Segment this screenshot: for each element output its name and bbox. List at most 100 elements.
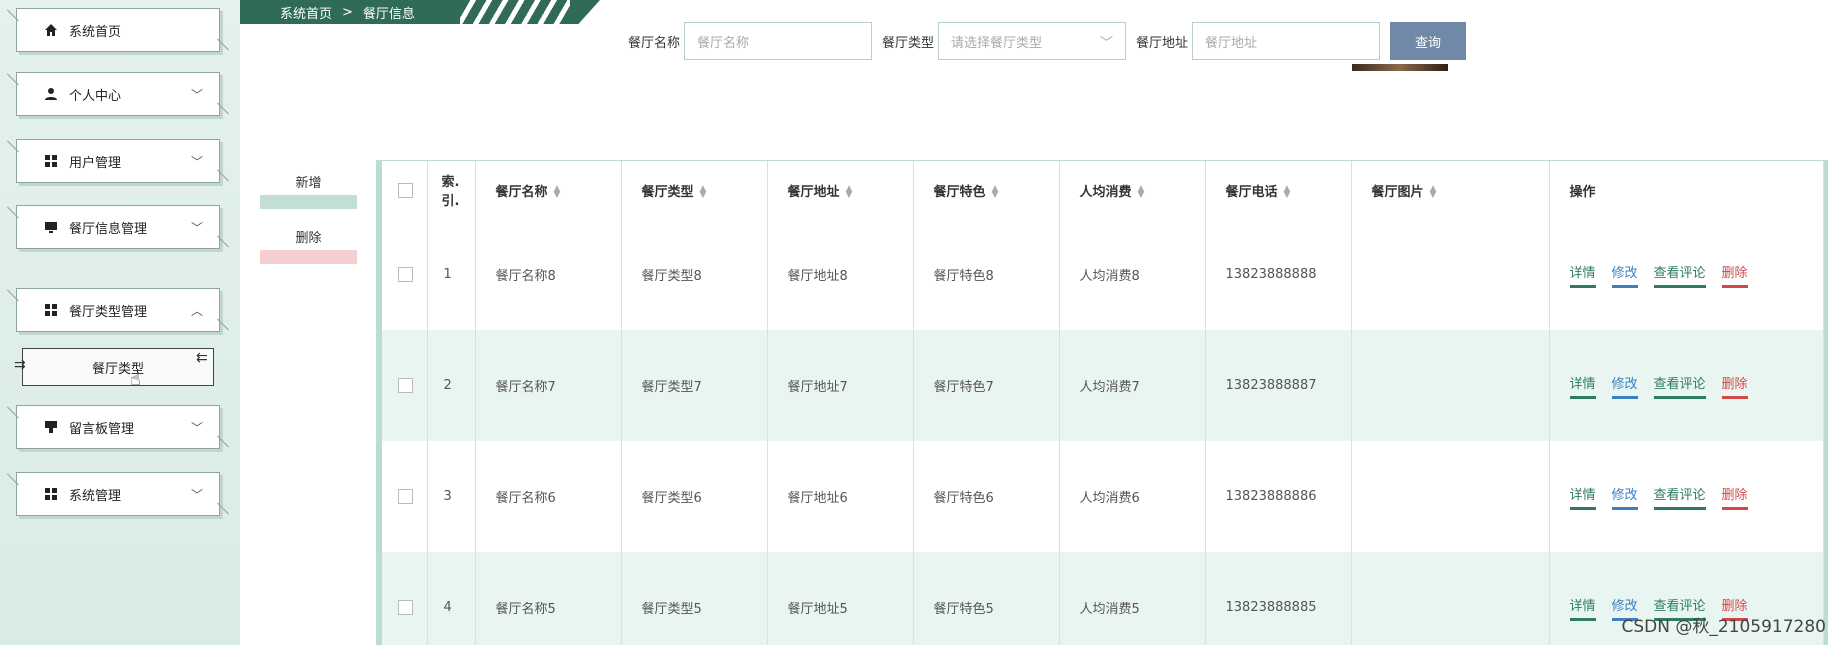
cell-name: 餐厅名称7 (475, 330, 622, 441)
edit-button[interactable]: 修改 (1611, 373, 1638, 399)
chevron-down-icon: ﹀ (190, 154, 203, 169)
col-header-image[interactable]: 餐厅图片 ▲ ▼ (1351, 161, 1550, 219)
col-header-ops: 操作 (1549, 161, 1824, 219)
view-reviews-button[interactable]: 查看评论 (1653, 262, 1706, 288)
menu-item-profile[interactable]: 个人中心 ﹀ (16, 72, 220, 116)
detail-button[interactable]: 详情 (1569, 373, 1596, 399)
menu-item-label: 餐厅类型管理 (69, 304, 148, 320)
arrow-left-icon: ⇇ (196, 350, 208, 366)
menu-item-restaurant-type[interactable]: 餐厅类型管理 ︿ (16, 288, 220, 332)
add-button-bar (260, 195, 357, 209)
cell-image (1351, 330, 1550, 441)
cell-image (1351, 552, 1550, 645)
home-icon (43, 22, 59, 38)
row-delete-button[interactable]: 删除 (1721, 373, 1748, 399)
add-button[interactable]: 新增 (260, 172, 357, 209)
sort-icon[interactable]: ▲ ▼ (846, 185, 853, 200)
select-all-checkbox-cell (382, 161, 428, 219)
breadcrumb-separator: > (342, 4, 353, 20)
cell-name: 餐厅名称8 (475, 219, 622, 330)
hand-cursor-icon: ☝ (130, 369, 141, 390)
sort-icon[interactable]: ▲ ▼ (1138, 185, 1145, 200)
cell-cost: 人均消费5 (1059, 552, 1206, 645)
monitor-icon (43, 219, 59, 235)
detail-button[interactable]: 详情 (1569, 595, 1596, 621)
edit-button[interactable]: 修改 (1611, 262, 1638, 288)
cell-ops: 详情 修改 查看评论 删除 (1549, 219, 1824, 330)
cell-address: 餐厅地址8 (767, 219, 914, 330)
menu-item-restaurant-info[interactable]: 餐厅信息管理 ﹀ (16, 205, 220, 249)
address-input[interactable]: 餐厅地址 (1192, 22, 1381, 60)
query-button[interactable]: 查询 (1390, 22, 1467, 60)
add-button-label: 新增 (295, 176, 322, 191)
row-delete-button[interactable]: 删除 (1721, 484, 1748, 510)
menu-item-system[interactable]: 系统管理 ﹀ (16, 472, 220, 516)
type-select-placeholder: 请选择餐厅类型 (951, 35, 1043, 51)
sort-icon[interactable]: ▲ ▼ (992, 185, 999, 200)
cell-index: 4 (427, 552, 476, 645)
row-checkbox[interactable] (398, 489, 413, 504)
cell-phone: 13823888885 (1205, 552, 1352, 645)
cell-cost: 人均消费6 (1059, 441, 1206, 552)
menu-item-label: 系统管理 (69, 488, 122, 504)
edit-button[interactable]: 修改 (1611, 484, 1638, 510)
delete-button[interactable]: 删除 (260, 227, 357, 264)
col-header-feature[interactable]: 餐厅特色 ▲ ▼ (913, 161, 1060, 219)
col-header-index: 索.引. (427, 161, 476, 219)
sort-icon[interactable]: ▲ ▼ (700, 185, 707, 200)
cell-feature: 餐厅特色7 (913, 330, 1060, 441)
row-checkbox[interactable] (398, 378, 413, 393)
user-icon (43, 86, 59, 102)
col-header-cost[interactable]: 人均消费 ▲ ▼ (1059, 161, 1206, 219)
cell-phone: 13823888887 (1205, 330, 1352, 441)
cell-type: 餐厅类型5 (621, 552, 768, 645)
view-reviews-button[interactable]: 查看评论 (1653, 373, 1706, 399)
select-all-checkbox[interactable] (398, 182, 413, 198)
sort-icon[interactable]: ▲ ▼ (554, 185, 561, 200)
table-row: 3 餐厅名称6 餐厅类型6 餐厅地址6 餐厅特色6 人均消费6 13823888… (382, 441, 1824, 552)
chevron-up-icon: ︿ (190, 303, 203, 318)
detail-button[interactable]: 详情 (1569, 262, 1596, 288)
restaurant-table: 索.引. 餐厅名称 ▲ ▼ 餐厅类型 ▲ ▼ 餐厅地址 ▲ ▼ 餐厅特色 ▲ ▼ 人均消费 ▲ ▼ … (376, 160, 1828, 645)
cell-image (1351, 219, 1550, 330)
watermark: CSDN @秋_2105917280 (1621, 617, 1826, 637)
restaurant-image-thumbnail (1352, 64, 1448, 71)
submenu-item-restaurant-type[interactable]: 餐厅类型 (22, 348, 214, 386)
table-row: 2 餐厅名称7 餐厅类型7 餐厅地址7 餐厅特色7 人均消费7 13823888… (382, 330, 1824, 441)
breadcrumb-current: 餐厅信息 (362, 6, 415, 22)
cell-feature: 餐厅特色6 (913, 441, 1060, 552)
cell-index: 2 (427, 330, 476, 441)
cell-index: 1 (427, 219, 476, 330)
cell-cost: 人均消费7 (1059, 330, 1206, 441)
chevron-down-icon: ﹀ (190, 420, 203, 435)
cell-address: 餐厅地址6 (767, 441, 914, 552)
sort-icon[interactable]: ▲ ▼ (1430, 185, 1437, 200)
menu-item-home[interactable]: 系统首页 (16, 8, 220, 52)
table-row: 1 餐厅名称8 餐厅类型8 餐厅地址8 餐厅特色8 人均消费8 13823888… (382, 219, 1824, 330)
menu-item-users[interactable]: 用户管理 ﹀ (16, 139, 220, 183)
arrow-right-icon: ⇉ (14, 357, 26, 373)
row-delete-button[interactable]: 删除 (1721, 262, 1748, 288)
col-header-address[interactable]: 餐厅地址 ▲ ▼ (767, 161, 914, 219)
breadcrumb: 系统首页 > 餐厅信息 (240, 0, 600, 24)
cell-name: 餐厅名称6 (475, 441, 622, 552)
cell-type: 餐厅类型8 (621, 219, 768, 330)
cell-type: 餐厅类型7 (621, 330, 768, 441)
decorative-stripes (460, 0, 570, 24)
search-bar: 餐厅名称 餐厅名称 餐厅类型 请选择餐厅类型 ﹀ 餐厅地址 餐厅地址 查询 (628, 22, 1467, 60)
type-select[interactable]: 请选择餐厅类型 ﹀ (938, 22, 1127, 60)
row-checkbox[interactable] (398, 267, 413, 282)
breadcrumb-home[interactable]: 系统首页 (280, 3, 332, 22)
grid-icon (43, 302, 59, 318)
sort-icon[interactable]: ▲ ▼ (1284, 185, 1291, 200)
menu-item-message-board[interactable]: 留言板管理 ﹀ (16, 405, 220, 449)
col-header-type[interactable]: 餐厅类型 ▲ ▼ (621, 161, 768, 219)
detail-button[interactable]: 详情 (1569, 484, 1596, 510)
cell-image (1351, 441, 1550, 552)
col-header-name[interactable]: 餐厅名称 ▲ ▼ (475, 161, 622, 219)
row-checkbox[interactable] (398, 600, 413, 615)
view-reviews-button[interactable]: 查看评论 (1653, 484, 1706, 510)
name-input[interactable]: 餐厅名称 (684, 22, 873, 60)
col-header-phone[interactable]: 餐厅电话 ▲ ▼ (1205, 161, 1352, 219)
cell-ops: 详情 修改 查看评论 删除 (1549, 330, 1824, 441)
